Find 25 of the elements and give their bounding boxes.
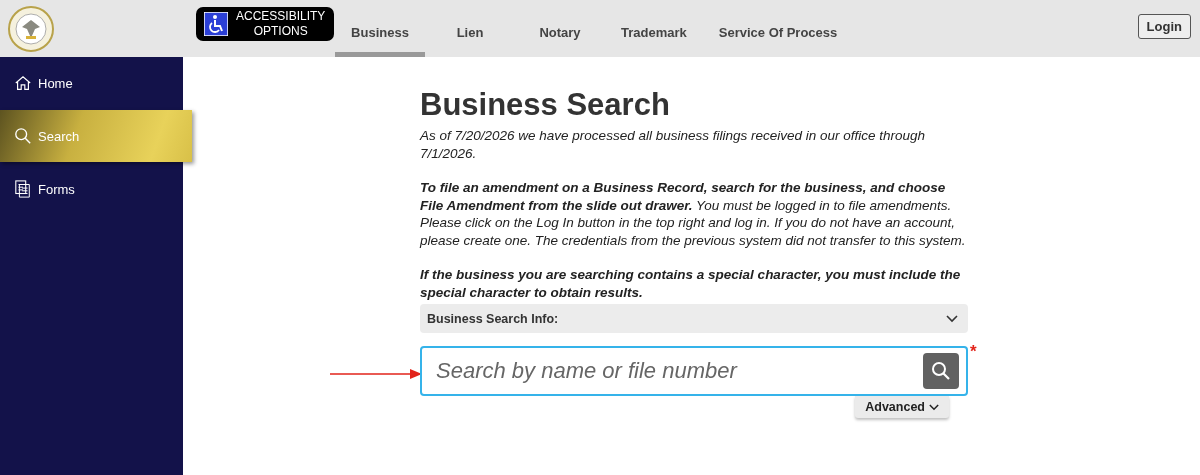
sidebar-item[interactable]: Forms bbox=[0, 163, 183, 215]
nav-tab[interactable]: Trademark bbox=[605, 0, 703, 57]
state-seal-icon bbox=[7, 4, 55, 53]
login-button[interactable]: Login bbox=[1137, 14, 1191, 39]
search-icon bbox=[931, 361, 951, 381]
search-info-accordion[interactable]: Business Search Info: bbox=[420, 304, 968, 333]
required-mark: * bbox=[970, 342, 977, 362]
sidebar-item[interactable]: Home bbox=[0, 57, 183, 109]
notice-paragraph: If the business you are searching contains a special character, you must include the special character to obtain results. bbox=[420, 266, 962, 301]
page-title: Business Search bbox=[420, 87, 671, 123]
search-field[interactable]: Search by name or file number bbox=[420, 346, 968, 396]
search-icon bbox=[14, 127, 32, 145]
chevron-icon bbox=[946, 314, 958, 323]
home-icon bbox=[14, 74, 32, 92]
nav-tab[interactable]: Lien bbox=[425, 0, 515, 57]
nav-tab[interactable]: Notary bbox=[515, 0, 605, 57]
accessibility-options-button[interactable]: ACCESSIBILITY OPTIONS bbox=[196, 6, 334, 41]
notice-paragraph: To file an amendment on a Business Record, search for the business, and choose File Amendment from the slide out drawer. You must be logged in to file amendments. Please click on the Log In button in the top right and log in. If you do not have an account, please create one. The credentials from the previous system did not transfer to this system. bbox=[420, 179, 967, 249]
advanced-button[interactable]: Advanced bbox=[855, 396, 949, 418]
notice-paragraph: As of 7/20/2026 we have processed all business filings received in our office through 7/1/2026. bbox=[420, 127, 927, 162]
wheelchair-icon bbox=[204, 11, 228, 36]
search-button[interactable] bbox=[923, 353, 959, 389]
chevron-icon bbox=[929, 403, 939, 411]
documents-icon bbox=[14, 180, 32, 198]
nav-tab[interactable]: Service Of Process bbox=[702, 0, 854, 57]
